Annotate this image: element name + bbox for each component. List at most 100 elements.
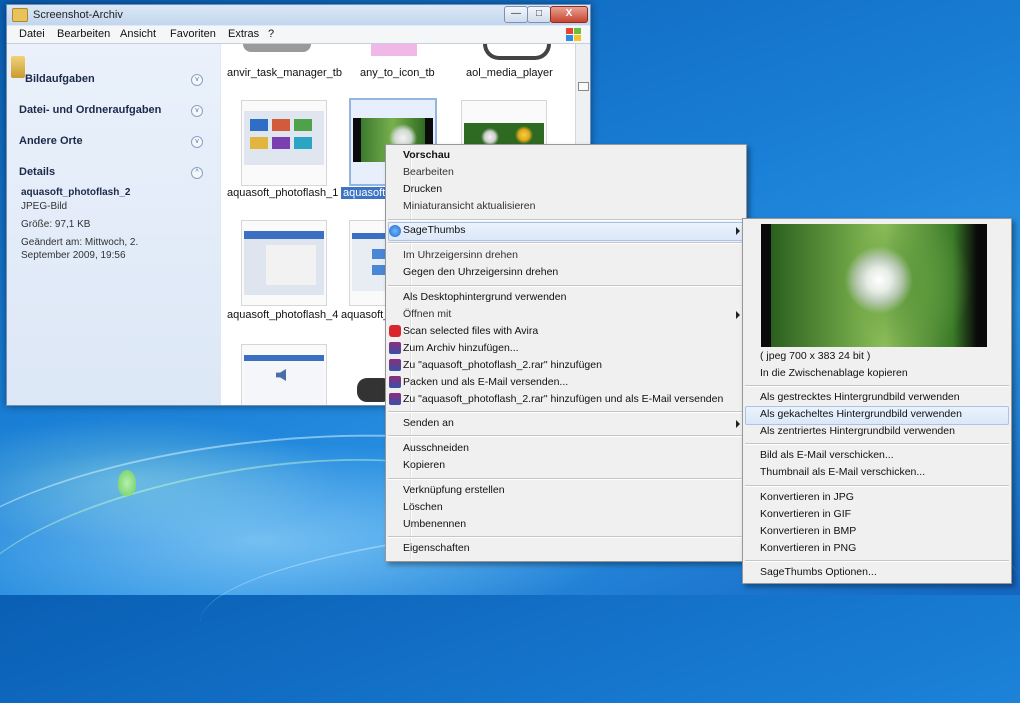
file-label[interactable]: anvir_task_manager_tb <box>227 67 342 79</box>
close-button[interactable]: X <box>550 6 588 23</box>
menu-ansicht[interactable]: Ansicht <box>120 28 156 40</box>
details-modified-1: Geändert am: Mittwoch, 2. <box>21 237 139 248</box>
menu-item-sagethumbs[interactable]: SageThumbs <box>403 224 465 236</box>
submenu-item-thumbnail-email[interactable]: Thumbnail als E-Mail verschicken... <box>760 466 925 478</box>
submenu-item-optionen[interactable]: SageThumbs Optionen... <box>760 566 877 578</box>
menu-datei[interactable]: Datei <box>19 28 45 40</box>
submenu-arrow-icon <box>736 227 740 235</box>
submenu-item-zentriert[interactable]: Als zentriertes Hintergrundbild verwende… <box>760 425 955 437</box>
thumbnail-partial[interactable] <box>483 44 551 60</box>
menu-item-drucken[interactable]: Drucken <box>403 183 442 195</box>
image-tasks-icon <box>11 56 25 78</box>
submenu-item-bmp[interactable]: Konvertieren in BMP <box>760 525 856 537</box>
submenu-item-gif[interactable]: Konvertieren in GIF <box>760 508 851 520</box>
menu-item-packen-email[interactable]: Packen und als E-Mail versenden... <box>403 376 568 388</box>
task-pane: Bildaufgaben v Datei- und Ordneraufgaben… <box>7 44 220 405</box>
menu-item-avira-scan[interactable]: Scan selected files with Avira <box>403 325 538 337</box>
maximize-button[interactable]: □ <box>527 6 551 23</box>
file-label[interactable]: aol_media_player <box>466 67 553 79</box>
thumbnail-image <box>244 111 324 165</box>
window-title: Screenshot-Archiv <box>33 9 123 21</box>
menu-item-rotate-ccw[interactable]: Gegen den Uhrzeigersinn drehen <box>403 266 558 278</box>
menu-separator <box>388 411 744 413</box>
menu-separator <box>745 443 1009 445</box>
sagethumbs-submenu: ( jpeg 700 x 383 24 bit ) In die Zwische… <box>742 218 1012 584</box>
file-label[interactable]: any_to_icon_tb <box>360 67 435 79</box>
menu-item-senden-an[interactable]: Senden an <box>403 417 454 429</box>
menu-separator <box>388 536 744 538</box>
menu-favoriten[interactable]: Favoriten <box>170 28 216 40</box>
winrar-icon <box>389 376 401 388</box>
folder-icon <box>12 8 28 22</box>
image-preview[interactable] <box>761 224 987 347</box>
menu-separator <box>745 385 1009 387</box>
winrar-icon <box>389 359 401 371</box>
sagethumbs-icon <box>389 225 401 237</box>
thumbnail-image <box>244 355 324 405</box>
menu-extras[interactable]: Extras <box>228 28 259 40</box>
section-bildaufgaben[interactable]: Bildaufgaben <box>25 73 95 85</box>
menu-separator <box>388 285 744 287</box>
submenu-item-gestreckt[interactable]: Als gestrecktes Hintergrundbild verwende… <box>760 391 960 403</box>
file-label[interactable]: aquasoft_photoflash_4 <box>227 309 338 321</box>
menu-separator <box>388 219 744 221</box>
menu-item-kopieren[interactable]: Kopieren <box>403 459 445 471</box>
menu-item-rotate-cw[interactable]: Im Uhrzeigersinn drehen <box>403 249 518 261</box>
desktop-leaf-icon <box>118 470 136 496</box>
windows-logo-icon <box>566 28 582 42</box>
menu-item-loeschen[interactable]: Löschen <box>403 501 443 513</box>
menu-separator <box>388 478 744 480</box>
menu-item-zum-archiv[interactable]: Zum Archiv hinzufügen... <box>403 342 519 354</box>
submenu-item-bild-email[interactable]: Bild als E-Mail verschicken... <box>760 449 894 461</box>
image-info: ( jpeg 700 x 383 24 bit ) <box>760 350 871 362</box>
submenu-item-png[interactable]: Konvertieren in PNG <box>760 542 856 554</box>
file-thumbnail[interactable] <box>241 344 327 405</box>
context-menu: Vorschau Bearbeiten Drucken Miniaturansi… <box>385 144 747 562</box>
menu-item-bearbeiten[interactable]: Bearbeiten <box>403 166 454 178</box>
thumbnail-partial[interactable] <box>243 44 311 52</box>
menu-help[interactable]: ? <box>268 28 274 40</box>
details-type: JPEG-Bild <box>21 201 68 212</box>
thumbnail-image <box>244 231 324 295</box>
thumbnail-partial[interactable] <box>371 44 417 56</box>
minimize-button[interactable]: — <box>504 6 528 23</box>
details-size: Größe: 97,1 KB <box>21 219 91 230</box>
section-andere-orte[interactable]: Andere Orte <box>19 135 83 147</box>
menu-separator <box>388 242 744 244</box>
menu-separator <box>388 435 744 437</box>
menu-item-desktophintergrund[interactable]: Als Desktophintergrund verwenden <box>403 291 566 303</box>
winrar-icon <box>389 393 401 405</box>
thumbnail-image <box>357 378 387 402</box>
file-thumbnail[interactable] <box>241 100 327 186</box>
submenu-item-clipboard[interactable]: In die Zwischenablage kopieren <box>760 367 908 379</box>
chevron-down-icon[interactable]: v <box>191 105 203 117</box>
menu-item-verknuepfung[interactable]: Verknüpfung erstellen <box>403 484 505 496</box>
scrollbar-thumb[interactable] <box>578 82 589 91</box>
winrar-icon <box>389 342 401 354</box>
menu-item-eigenschaften[interactable]: Eigenschaften <box>403 542 470 554</box>
menu-bar: Datei Bearbeiten Ansicht Favoriten Extra… <box>7 26 590 44</box>
submenu-arrow-icon <box>736 420 740 428</box>
submenu-item-jpg[interactable]: Konvertieren in JPG <box>760 491 854 503</box>
menu-item-miniaturansicht[interactable]: Miniaturansicht aktualisieren <box>403 200 535 212</box>
menu-item-oeffnen-mit[interactable]: Öffnen mit <box>403 308 451 320</box>
menu-bearbeiten[interactable]: Bearbeiten <box>57 28 110 40</box>
file-thumbnail[interactable] <box>241 220 327 306</box>
section-details[interactable]: Details <box>19 166 55 178</box>
section-datei-ordneraufgaben[interactable]: Datei- und Ordneraufgaben <box>19 104 161 116</box>
avira-icon <box>389 325 401 337</box>
chevron-down-icon[interactable]: v <box>191 136 203 148</box>
menu-item-ausschneiden[interactable]: Ausschneiden <box>403 442 469 454</box>
submenu-item-gekachelt[interactable]: Als gekacheltes Hintergrundbild verwende… <box>760 408 962 420</box>
chevron-down-icon[interactable]: v <box>191 74 203 86</box>
details-modified-2: September 2009, 19:56 <box>21 250 126 261</box>
menu-separator <box>745 485 1009 487</box>
title-bar[interactable]: Screenshot-Archiv — □ X <box>7 5 590 25</box>
menu-item-umbenennen[interactable]: Umbenennen <box>403 518 466 530</box>
menu-item-rar-hinzufuegen[interactable]: Zu "aquasoft_photoflash_2.rar" hinzufüge… <box>403 359 602 371</box>
chevron-up-icon[interactable]: ^ <box>191 167 203 179</box>
submenu-arrow-icon <box>736 311 740 319</box>
menu-item-vorschau[interactable]: Vorschau <box>403 149 450 161</box>
menu-item-rar-email[interactable]: Zu "aquasoft_photoflash_2.rar" hinzufüge… <box>403 393 723 405</box>
file-label[interactable]: aquasoft_photoflash_1 <box>227 187 338 199</box>
